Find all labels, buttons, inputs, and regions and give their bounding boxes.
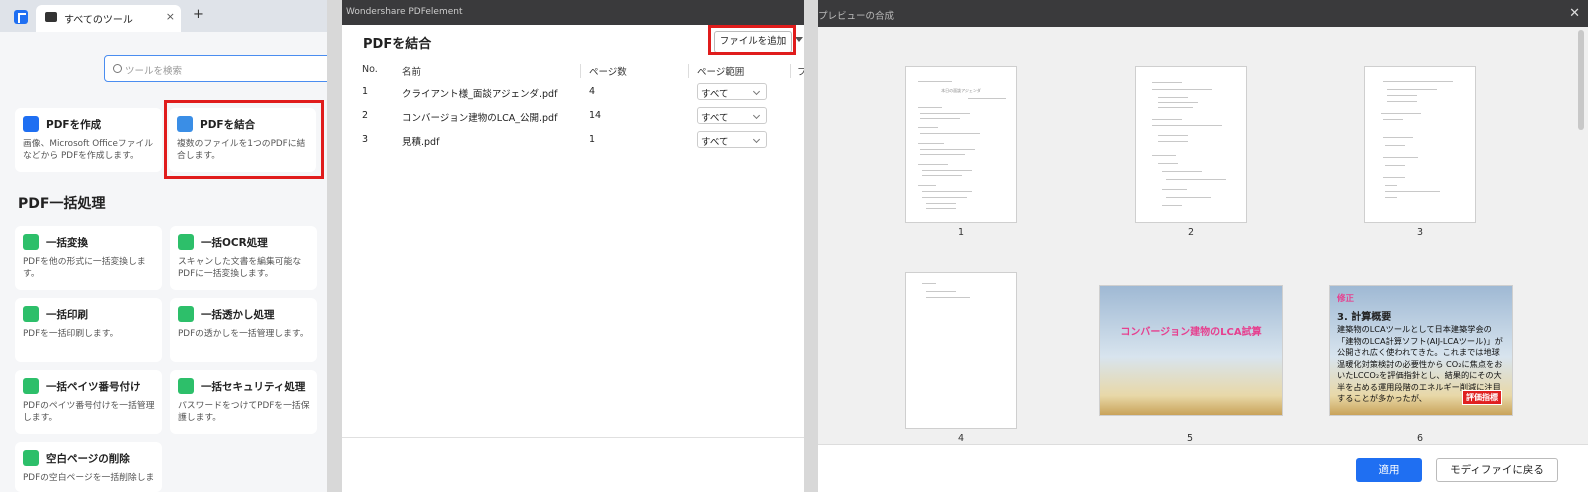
create-pdf-icon (23, 116, 39, 132)
card-desc: パスワードをつけてPDFを一括保護します。 (178, 401, 310, 423)
card-title: PDFを作成 (46, 119, 102, 131)
slide-badge: 評価指標 (1462, 390, 1502, 405)
card-desc: PDFを一括印刷します。 (23, 329, 119, 339)
search-placeholder: ツールを検索 (125, 66, 183, 77)
page-number: 4 (957, 433, 965, 444)
card-desc: PDFの透かしを一括管理します。 (178, 329, 309, 339)
blank-page-icon (23, 450, 39, 466)
back-to-modify-button[interactable]: モディファイに戻る (1436, 458, 1558, 482)
card-title: 一括OCR処理 (201, 237, 268, 249)
card-title: 一括ペイツ番号付け (46, 381, 141, 393)
tab-bar: すべてのツール × + (0, 0, 327, 32)
create-pdf-card[interactable]: PDFを作成 画像、Microsoft Officeファイルなどから PDFを作… (15, 108, 162, 172)
page-thumbnail[interactable] (905, 272, 1017, 429)
column-divider (790, 64, 791, 78)
page-number: 5 (1186, 433, 1194, 444)
convert-icon (23, 234, 39, 250)
card-title: 一括セキュリティ処理 (201, 381, 306, 393)
row-name: コンバージョン建物のLCA_公開.pdf (402, 113, 558, 124)
col-header-name[interactable]: 名前 (402, 64, 421, 78)
column-divider (580, 64, 581, 78)
card-title: 一括変換 (46, 237, 88, 249)
scrollbar[interactable] (1578, 30, 1584, 130)
batch-print-card[interactable]: 一括印刷 PDFを一括印刷します。 (15, 298, 162, 362)
row-name: クライアント様_面談アジェンダ.pdf (402, 89, 558, 100)
batch-page-number-card[interactable]: 一括ペイツ番号付け PDFのペイツ番号付けを一括管理します。 (15, 370, 162, 434)
preview-titlebar: プレビューの合成 ✕ (818, 0, 1588, 27)
batch-ocr-card[interactable]: 一括OCR処理 スキャンした文書を編集可能なPDFに一括変換します。 (170, 226, 317, 290)
app-logo-icon (14, 10, 28, 24)
slide-title: コンバージョン建物のLCA試算 (1120, 327, 1262, 338)
close-icon[interactable]: ✕ (1569, 6, 1580, 21)
page-range-select[interactable]: すべて (697, 107, 767, 124)
preview-footer: 適用 モディファイに戻る (818, 444, 1588, 492)
tab-close-icon[interactable]: × (166, 10, 175, 23)
row-no: 1 (362, 86, 369, 97)
highlight-box (164, 100, 324, 179)
page-number: 6 (1416, 433, 1424, 444)
page-number: 1 (957, 227, 965, 238)
page-number: 3 (1416, 227, 1424, 238)
card-desc: PDFを他の形式に一括変換します。 (23, 257, 146, 279)
preview-title: プレビューの合成 (818, 11, 895, 22)
card-desc: 画像、Microsoft Officeファイルなどから PDFを作成します。 (23, 139, 154, 161)
batch-watermark-card[interactable]: 一括透かし処理 PDFの透かしを一括管理します。 (170, 298, 317, 362)
blank-page-card[interactable]: 空白ページの削除 PDFの空白ページを一括削除しま (15, 442, 162, 492)
search-icon (113, 64, 122, 73)
preview-panel: プレビューの合成 ✕ 本日の面談アジェンダ 1 2 3 4 コンバージョン建物の… (818, 0, 1588, 492)
row-no: 3 (362, 134, 369, 145)
apply-button[interactable]: 適用 (1356, 458, 1422, 482)
page-range-select[interactable]: すべて (697, 131, 767, 148)
card-title: 空白ページの削除 (46, 453, 130, 465)
card-title: 一括透かし処理 (201, 309, 275, 321)
merge-panel: Wondershare PDFelement PDFを結合 ファイルを追加 No… (342, 0, 804, 492)
card-title: 一括印刷 (46, 309, 88, 321)
slide-tag: 修正 (1337, 294, 1355, 304)
card-desc: PDFの空白ページを一括削除しま (23, 473, 155, 483)
tool-search-input[interactable]: ツールを検索 (104, 55, 327, 82)
page-number: 2 (1187, 227, 1195, 238)
col-header-extra[interactable]: フ (797, 64, 804, 78)
col-header-no: No. (362, 64, 378, 75)
card-desc: スキャンした文書を編集可能なPDFに一括変換します。 (178, 257, 302, 279)
page-thumbnail[interactable]: 本日の面談アジェンダ (905, 66, 1017, 223)
slide-heading: 3. 計算概要 (1337, 312, 1392, 323)
watermark-icon (178, 306, 194, 322)
print-icon (23, 306, 39, 322)
col-header-range[interactable]: ページ範囲 (697, 64, 744, 78)
toolbox-icon (45, 12, 57, 22)
page-thumbnail[interactable] (1364, 66, 1476, 223)
chevron-down-icon[interactable] (795, 37, 803, 42)
batch-convert-card[interactable]: 一括変換 PDFを他の形式に一括変換します。 (15, 226, 162, 290)
divider (342, 437, 804, 438)
merge-title: PDFを結合 (363, 37, 432, 52)
col-header-pages[interactable]: ページ数 (589, 64, 627, 78)
row-pages: 4 (589, 86, 596, 97)
row-pages: 1 (589, 134, 596, 145)
column-divider (688, 64, 689, 78)
page-thumbnail[interactable] (1135, 66, 1247, 223)
tab-all-tools[interactable]: すべてのツール × (36, 5, 181, 32)
slide-thumbnail[interactable]: コンバージョン建物のLCA試算 (1099, 285, 1283, 416)
grass-background-image (1100, 286, 1282, 415)
page-range-select[interactable]: すべて (697, 83, 767, 100)
ocr-icon (178, 234, 194, 250)
security-icon (178, 378, 194, 394)
row-pages: 14 (589, 110, 602, 121)
row-name: 見積.pdf (402, 137, 440, 148)
card-desc: PDFのペイツ番号付けを一括管理します。 (23, 401, 155, 423)
window-title: Wondershare PDFelement (342, 0, 804, 25)
section-title: PDF一括処理 (18, 196, 106, 212)
highlight-box (708, 25, 796, 55)
slide-thumbnail[interactable]: 修正 3. 計算概要 建築物のLCAツールとして日本建築学会の「建物のLCA計算… (1329, 285, 1513, 416)
new-tab-icon[interactable]: + (193, 7, 204, 22)
row-no: 2 (362, 110, 369, 121)
page-heading: 本日の面談アジェンダ (941, 88, 981, 93)
tools-panel: すべてのツール × + ツールを検索 PDFを作成 画像、Microsoft O… (0, 0, 327, 492)
batch-security-card[interactable]: 一括セキュリティ処理 パスワードをつけてPDFを一括保護します。 (170, 370, 317, 434)
tab-label: すべてのツール (64, 15, 133, 26)
page-number-icon (23, 378, 39, 394)
